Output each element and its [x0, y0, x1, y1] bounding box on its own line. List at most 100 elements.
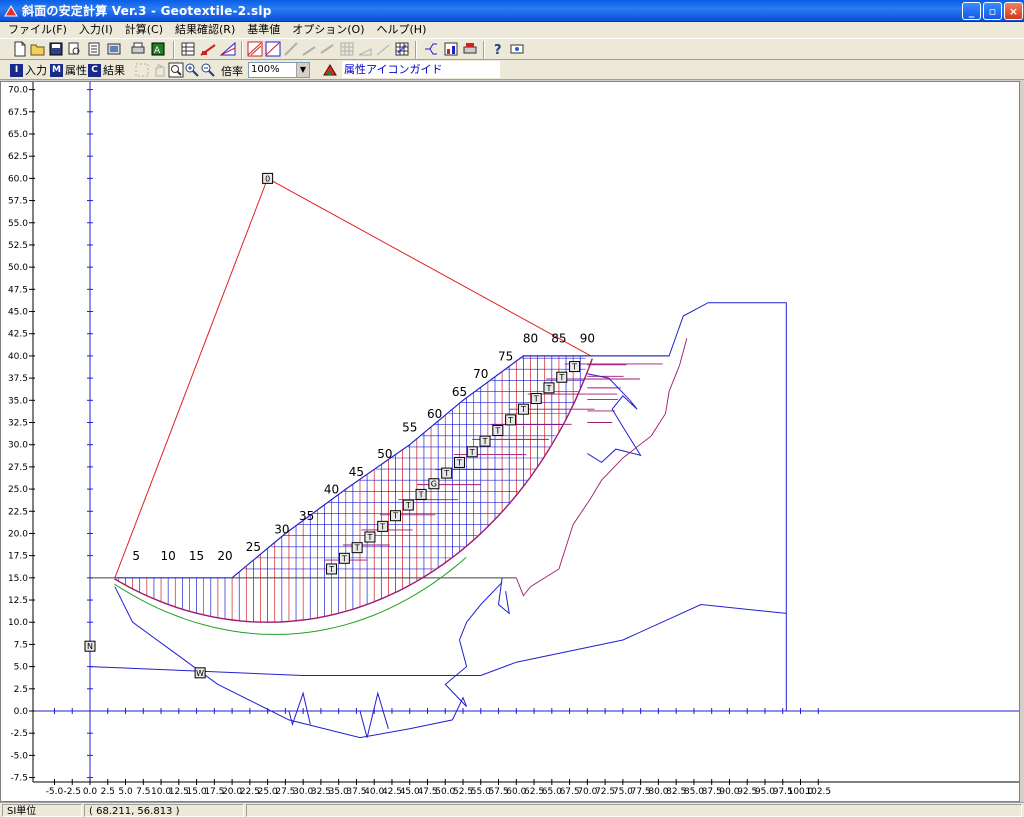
disabled-tool-icon[interactable] — [319, 41, 335, 57]
vertical-scrollbar[interactable] — [1020, 81, 1024, 802]
menu-calc[interactable]: 計算(C) — [119, 22, 169, 38]
disabled-tool-icon[interactable] — [283, 41, 299, 57]
document-icon[interactable] — [86, 41, 102, 57]
menu-options[interactable]: オプション(O) — [286, 22, 370, 38]
y-tick-label: 30.0 — [8, 441, 28, 451]
run-icon[interactable]: A — [150, 41, 166, 57]
y-tick-label: 45.0 — [8, 308, 28, 318]
slice-red-icon[interactable] — [247, 41, 263, 57]
svg-text:A: A — [154, 46, 161, 56]
slice-number: 40 — [324, 483, 339, 497]
slope-layer-icon[interactable] — [219, 41, 236, 57]
zoom-dropdown[interactable]: 100% ▼ — [248, 62, 310, 78]
slice-number: 55 — [402, 420, 417, 434]
y-tick-label: 32.5 — [8, 418, 28, 428]
result-mode-button[interactable]: C 結果 — [88, 62, 125, 78]
status-message — [246, 804, 1022, 817]
menu-file[interactable]: ファイル(F) — [2, 22, 73, 38]
slice-blue-icon[interactable] — [265, 41, 281, 57]
y-tick-label: -2.5 — [10, 729, 28, 739]
slice-number: 70 — [473, 367, 488, 381]
y-tick-label: 40.0 — [8, 352, 28, 362]
print-icon[interactable] — [130, 41, 146, 57]
chevron-down-icon[interactable]: ▼ — [296, 63, 309, 77]
zoom-out-icon[interactable] — [200, 62, 216, 78]
water-marker: W — [196, 669, 204, 678]
slice-number: 5 — [132, 549, 140, 563]
print-result-icon[interactable] — [462, 41, 478, 57]
y-tick-label: 67.5 — [8, 108, 28, 118]
toolbar-separator — [173, 41, 175, 59]
y-tick-label: 12.5 — [8, 596, 28, 606]
hand-tool-icon[interactable] — [152, 62, 168, 78]
geotextile-marker: T — [366, 533, 372, 542]
attribute-mode-button[interactable]: M 属性 — [50, 62, 87, 78]
slice-number: 90 — [580, 332, 595, 346]
result-mode-key: C — [88, 63, 101, 77]
geotextile-marker: T — [328, 565, 334, 574]
y-tick-label: -5.0 — [10, 751, 28, 761]
result-table-icon[interactable] — [394, 41, 410, 57]
y-tick-label: 57.5 — [8, 197, 28, 207]
geotextile-marker: T — [456, 458, 462, 467]
x-tick-label: 102.5 — [805, 787, 831, 797]
disabled-tool-icon[interactable] — [375, 41, 391, 57]
close-button[interactable]: × — [1004, 2, 1023, 20]
slice-number: 80 — [523, 332, 538, 346]
y-tick-label: 52.5 — [8, 241, 28, 251]
slice-number: 60 — [427, 407, 442, 421]
x-tick-label: -5.0 — [46, 787, 64, 797]
radius-line-left — [114, 178, 269, 579]
disabled-tool-icon[interactable] — [301, 41, 317, 57]
input-mode-button[interactable]: I 入力 — [10, 62, 47, 78]
geotextile-marker: T — [571, 363, 577, 372]
disabled-tool-icon[interactable] — [357, 41, 373, 57]
y-tick-label: 37.5 — [8, 374, 28, 384]
drawing-canvas[interactable]: 70.0 67.5 65.0 62.5 60.0 57.5 55.0 52.5 50.0 47.5… — [0, 81, 1020, 802]
north-marker: N — [87, 642, 93, 651]
geotextile-marker: T — [354, 544, 360, 553]
zoom-fit-icon[interactable] — [168, 62, 184, 78]
menu-help[interactable]: ヘルプ(H) — [371, 22, 433, 38]
attribute-guide-icon[interactable] — [322, 62, 338, 78]
select-tool-icon[interactable] — [134, 62, 150, 78]
y-tick-label: 7.5 — [14, 640, 28, 650]
menu-results[interactable]: 結果確認(R) — [169, 22, 241, 38]
minimize-button[interactable]: _ — [962, 2, 981, 20]
save-icon[interactable] — [48, 41, 64, 57]
slope-plot[interactable]: 70.067.565.062.560.057.555.052.550.047.5… — [1, 82, 1020, 802]
cursor-coordinates: ( 68.211, 56.813 ) — [84, 804, 244, 817]
zoom-in-icon[interactable] — [184, 62, 200, 78]
chart-icon[interactable] — [443, 41, 459, 57]
input-mode-key: I — [10, 63, 23, 77]
open-folder-icon[interactable] — [30, 41, 46, 57]
y-tick-label: 22.5 — [8, 507, 28, 517]
grid-icon[interactable] — [339, 41, 355, 57]
x-tick-label: 7.5 — [136, 787, 150, 797]
units-indicator: SI単位 — [2, 804, 82, 817]
main-toolbar: A ? — [0, 38, 1024, 60]
about-icon[interactable] — [509, 41, 525, 57]
slope-edit-icon[interactable] — [200, 41, 216, 57]
radius-line-right — [267, 177, 592, 357]
geotextile-marker: T — [443, 469, 449, 478]
menu-standards[interactable]: 基準値 — [241, 22, 286, 38]
print-preview-icon[interactable] — [66, 41, 82, 57]
title-bar: 斜面の安定計算 Ver.3 - Geotextile-2.slp _ ▫ × — [0, 0, 1024, 22]
table-edit-icon[interactable] — [180, 41, 196, 57]
attribute-icon-guide[interactable]: 属性アイコンガイド — [342, 61, 500, 78]
export-icon[interactable] — [106, 41, 122, 57]
branch-icon[interactable] — [423, 41, 439, 57]
y-tick-label: 47.5 — [8, 285, 28, 295]
slice-number: 65 — [452, 385, 467, 399]
new-file-icon[interactable] — [12, 41, 28, 57]
notch-outline — [497, 577, 510, 615]
maximize-button[interactable]: ▫ — [983, 2, 1002, 20]
zoom-value: 100% — [251, 64, 280, 75]
y-tick-label: 5.0 — [14, 663, 29, 673]
y-tick-label: 20.0 — [8, 529, 28, 539]
y-tick-label: 35.0 — [8, 396, 28, 406]
slip-circle — [114, 358, 593, 623]
menu-input[interactable]: 入力(I) — [73, 22, 119, 38]
help-icon[interactable]: ? — [490, 41, 506, 58]
